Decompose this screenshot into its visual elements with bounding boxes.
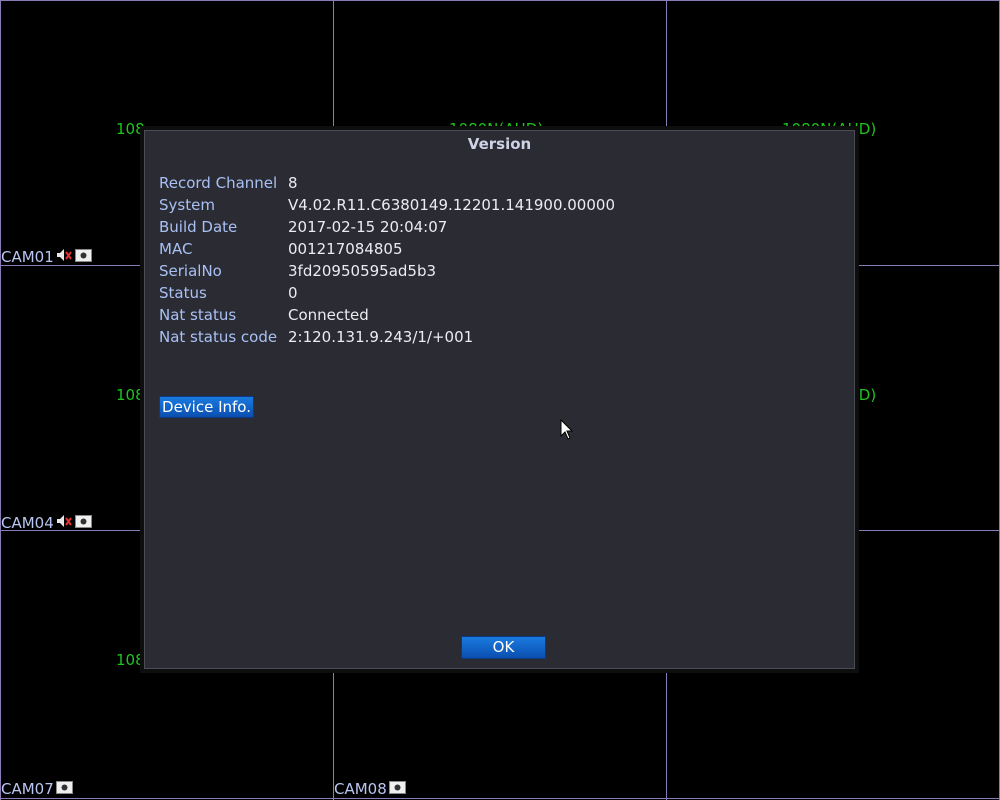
info-label: Status: [159, 284, 207, 302]
info-row: System V4.02.R11.C6380149.12201.141900.0…: [159, 194, 615, 216]
info-label: System: [159, 196, 215, 214]
info-value: V4.02.R11.C6380149.12201.141900.00000: [288, 196, 615, 214]
camera-label-cam04: CAM04: [1, 513, 92, 532]
grid-line: [0, 798, 1000, 799]
mouse-pointer-icon: [560, 418, 574, 445]
info-label: Nat status: [159, 306, 237, 324]
camera-name: CAM08: [334, 779, 387, 798]
camera-icon: [388, 779, 406, 798]
camera-icon: [55, 779, 73, 798]
info-row: Status 0: [159, 282, 615, 304]
info-label: Build Date: [159, 218, 238, 236]
info-label: SerialNo: [159, 262, 222, 280]
info-value: 3fd20950595ad5b3: [288, 262, 437, 280]
info-row: Nat status Connected: [159, 304, 615, 326]
camera-label-cam01: CAM01: [1, 247, 92, 266]
info-value: Connected: [288, 306, 369, 324]
dialog-title: Version: [467, 135, 532, 153]
info-value: 2017-02-15 20:04:07: [288, 218, 448, 236]
version-info-list: Record Channel 8 System V4.02.R11.C63801…: [159, 172, 615, 348]
info-row: Build Date 2017-02-15 20:04:07: [159, 216, 615, 238]
info-value: 2:120.131.9.243/1/+001: [288, 328, 474, 346]
info-row: Record Channel 8: [159, 172, 615, 194]
camera-name: CAM01: [1, 247, 54, 266]
camera-name: CAM04: [1, 513, 54, 532]
mute-icon: [56, 513, 73, 532]
info-row: SerialNo 3fd20950595ad5b3: [159, 260, 615, 282]
info-row: Nat status code 2:120.131.9.243/1/+001: [159, 326, 615, 348]
camera-icon: [74, 513, 92, 532]
info-label: MAC: [159, 240, 193, 258]
camera-label-cam08: CAM08: [334, 779, 406, 798]
info-row: MAC 001217084805: [159, 238, 615, 260]
info-value: 8: [288, 174, 298, 192]
grid-line: [0, 0, 1, 800]
mute-icon: [56, 247, 73, 266]
info-label: Record Channel: [159, 174, 278, 192]
ok-button[interactable]: OK: [461, 636, 546, 659]
camera-label-cam07: CAM07: [1, 779, 73, 798]
camera-name: CAM07: [1, 779, 54, 798]
device-info-button[interactable]: Device Info.: [159, 396, 254, 418]
info-label: Nat status code: [159, 328, 278, 346]
version-dialog: Version Record Channel 8 System V4.02.R1…: [140, 126, 859, 673]
grid-line: [0, 0, 1000, 1]
info-value: 0: [288, 284, 298, 302]
info-value: 001217084805: [288, 240, 403, 258]
camera-icon: [74, 247, 92, 266]
